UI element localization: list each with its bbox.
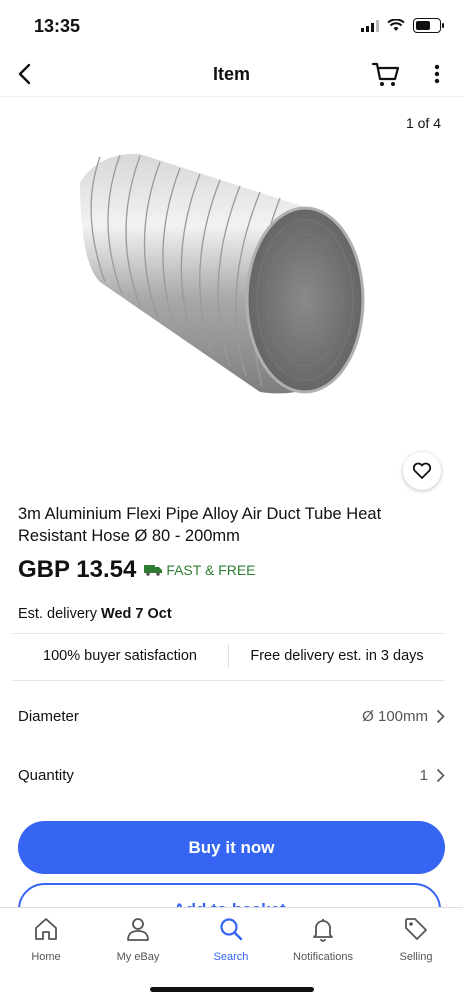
buyer-satisfaction-badge: 100% buyer satisfaction	[43, 648, 197, 664]
tab-search[interactable]: Search	[185, 916, 277, 963]
tab-my-ebay-label: My eBay	[116, 951, 160, 963]
wifi-icon	[387, 19, 405, 31]
status-time: 13:35	[34, 16, 81, 36]
estimated-delivery: Est. delivery Wed 7 Oct	[18, 606, 172, 622]
chevron-right-icon	[436, 768, 445, 782]
delivery-date: Wed 7 Oct	[101, 606, 172, 622]
free-delivery-badge: Free delivery est. in 3 days	[250, 648, 424, 664]
buy-it-now-button[interactable]: Buy it now	[18, 821, 445, 874]
tab-my-ebay[interactable]: My eBay	[92, 916, 184, 963]
delivery-truck-icon	[144, 565, 163, 576]
diameter-selector[interactable]: Diameter Ø 100mm	[18, 696, 445, 736]
image-counter: 1 of 4	[405, 115, 441, 131]
heart-icon	[412, 462, 432, 479]
home-icon	[35, 918, 57, 940]
delivery-label: Est. delivery	[18, 606, 97, 622]
tab-selling-label: Selling	[399, 951, 433, 963]
search-icon	[220, 918, 243, 941]
more-options-icon[interactable]	[425, 60, 449, 88]
shipping-badge: FAST & FREE	[144, 562, 256, 578]
status-icons	[361, 18, 444, 33]
diameter-label: Diameter	[18, 707, 79, 725]
tag-icon	[405, 918, 427, 940]
tab-selling[interactable]: Selling	[370, 916, 462, 963]
image-gallery[interactable]: 1 of 4	[0, 97, 463, 492]
product-image[interactable]	[80, 152, 380, 412]
quantity-value: 1	[419, 766, 428, 784]
tab-home[interactable]: Home	[0, 916, 92, 963]
tab-search-label: Search	[213, 951, 249, 963]
diameter-value: Ø 100mm	[362, 707, 428, 725]
seller-badges: 100% buyer satisfaction Free delivery es…	[12, 633, 445, 679]
user-icon	[127, 918, 149, 941]
cart-icon[interactable]	[371, 59, 401, 89]
bell-icon	[313, 919, 333, 942]
chevron-right-icon	[436, 709, 445, 723]
quantity-selector[interactable]: Quantity 1	[18, 755, 445, 795]
nav-bar: Item	[0, 52, 463, 97]
shipping-text: FAST & FREE	[166, 562, 256, 578]
watch-button[interactable]	[403, 452, 441, 490]
bottom-tab-bar: Home My eBay Search Notifications Sellin…	[0, 907, 463, 1001]
tab-notifications-label: Notifications	[293, 951, 353, 963]
price-row: GBP 13.54 FAST & FREE	[18, 556, 256, 584]
signal-icon	[361, 19, 379, 32]
divider	[12, 680, 445, 681]
product-title: 3m Aluminium Flexi Pipe Alloy Air Duct T…	[18, 505, 382, 545]
tab-notifications[interactable]: Notifications	[277, 916, 369, 963]
battery-icon	[413, 18, 444, 33]
tab-home-label: Home	[31, 951, 61, 963]
status-bar: 13:35	[0, 0, 463, 52]
product-price: GBP 13.54	[18, 556, 137, 583]
quantity-label: Quantity	[18, 766, 74, 784]
home-indicator	[150, 987, 314, 992]
